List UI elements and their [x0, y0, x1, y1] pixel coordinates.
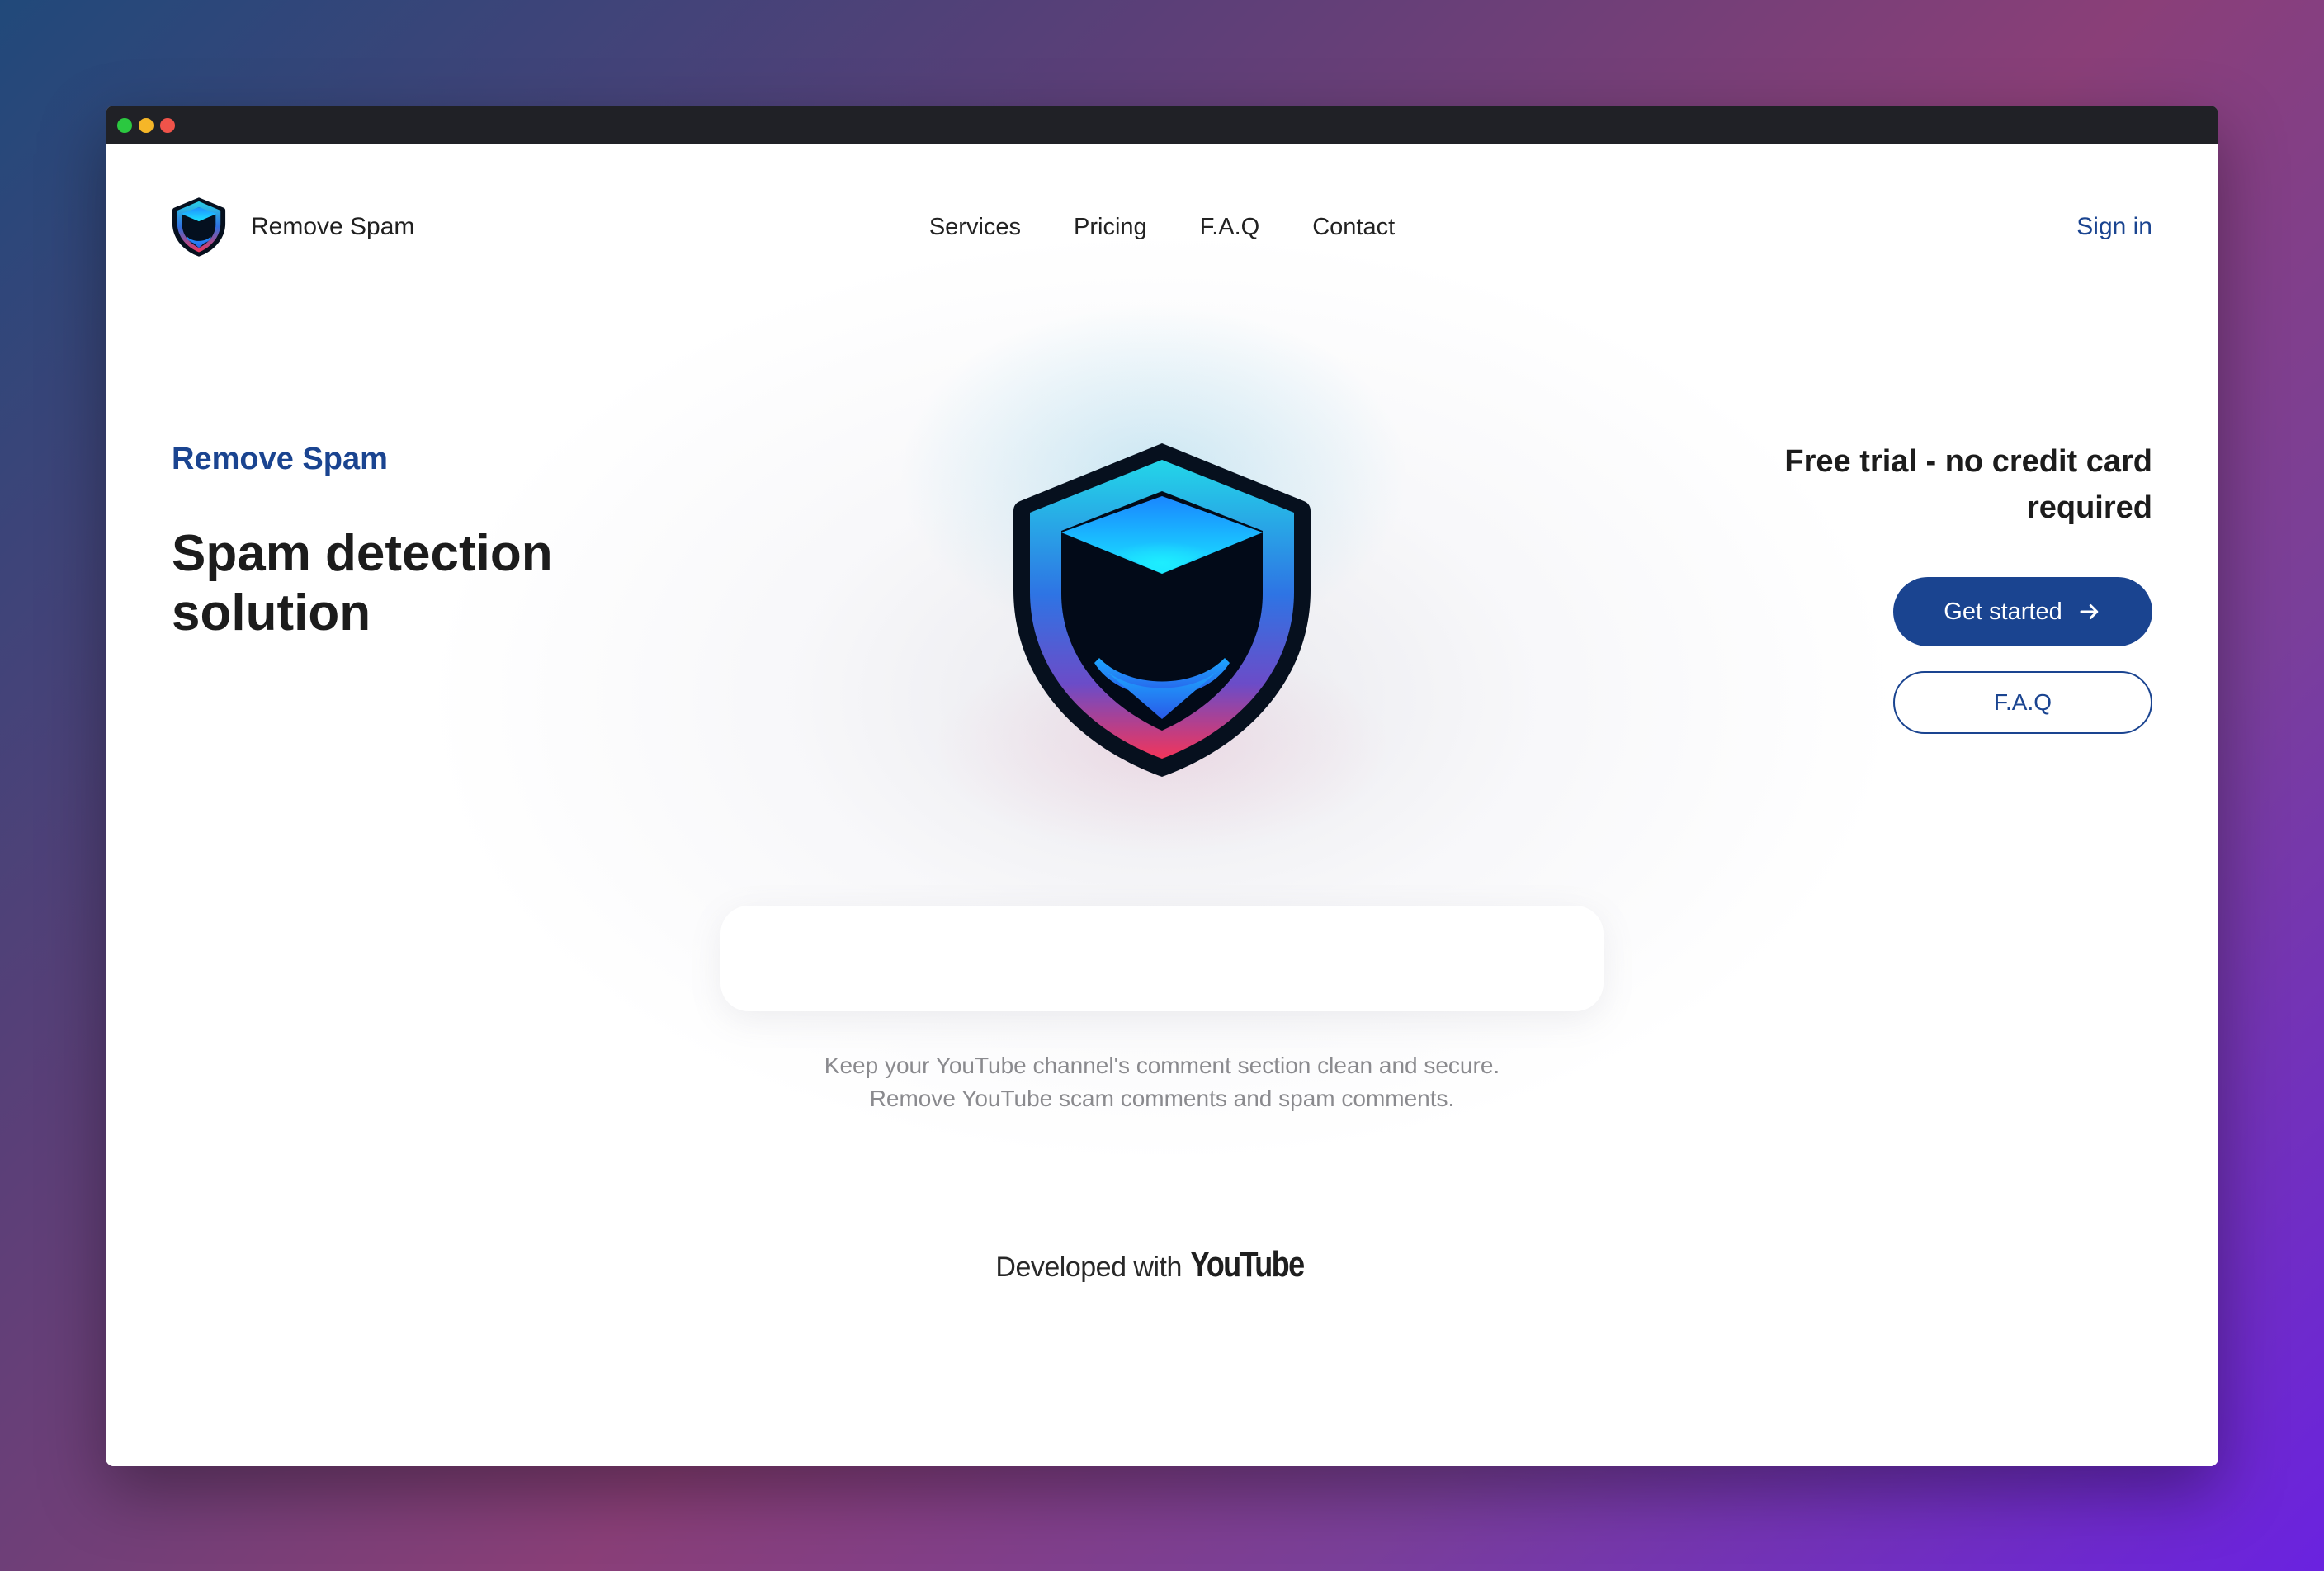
free-trial-text: Free trial - no credit card required	[1784, 444, 2152, 525]
shield-logo-icon	[1013, 443, 1311, 777]
sign-in-link[interactable]: Sign in	[2076, 194, 2152, 260]
tagline-line-2: Remove YouTube scam comments and spam co…	[869, 1086, 1455, 1111]
nav-link-contact[interactable]: Contact	[1312, 214, 1395, 241]
arrow-right-icon	[2080, 604, 2098, 619]
window-minimize-button[interactable]	[139, 118, 154, 133]
developed-with-youtube: Developed with YouTube	[106, 1244, 2218, 1285]
hero-eyebrow: Remove Spam	[172, 442, 388, 476]
window-maximize-button[interactable]	[160, 118, 175, 133]
hero-title: Spam detection solution	[172, 525, 553, 641]
window-close-button[interactable]	[117, 118, 132, 133]
tagline-line-1: Keep your YouTube channel's comment sect…	[824, 1053, 1500, 1078]
tagline: Keep your YouTube channel's comment sect…	[106, 1049, 2218, 1115]
developed-with-text: Developed with	[995, 1252, 1182, 1283]
window-titlebar	[106, 106, 2218, 144]
brand-name: Remove Spam	[251, 213, 415, 240]
faq-button[interactable]: F.A.Q	[1893, 671, 2152, 734]
landing-page: Remove Spam Services Pricing F.A.Q Conta…	[106, 144, 2218, 1466]
nav-links: Services Pricing F.A.Q Contact	[172, 194, 2152, 260]
browser-window: Remove Spam Services Pricing F.A.Q Conta…	[106, 106, 2218, 1466]
get-started-label: Get started	[1944, 598, 2062, 625]
nav-link-services[interactable]: Services	[929, 214, 1021, 241]
shield-logo-icon	[172, 197, 226, 257]
nav-link-faq[interactable]: F.A.Q	[1200, 214, 1260, 241]
nav-link-pricing[interactable]: Pricing	[1074, 214, 1147, 241]
brand[interactable]: Remove Spam	[172, 194, 414, 260]
get-started-button[interactable]: Get started	[1893, 577, 2152, 646]
center-card	[720, 906, 1604, 1011]
top-navigation: Remove Spam Services Pricing F.A.Q Conta…	[172, 194, 2152, 260]
youtube-wordmark: YouTube	[1189, 1244, 1305, 1285]
